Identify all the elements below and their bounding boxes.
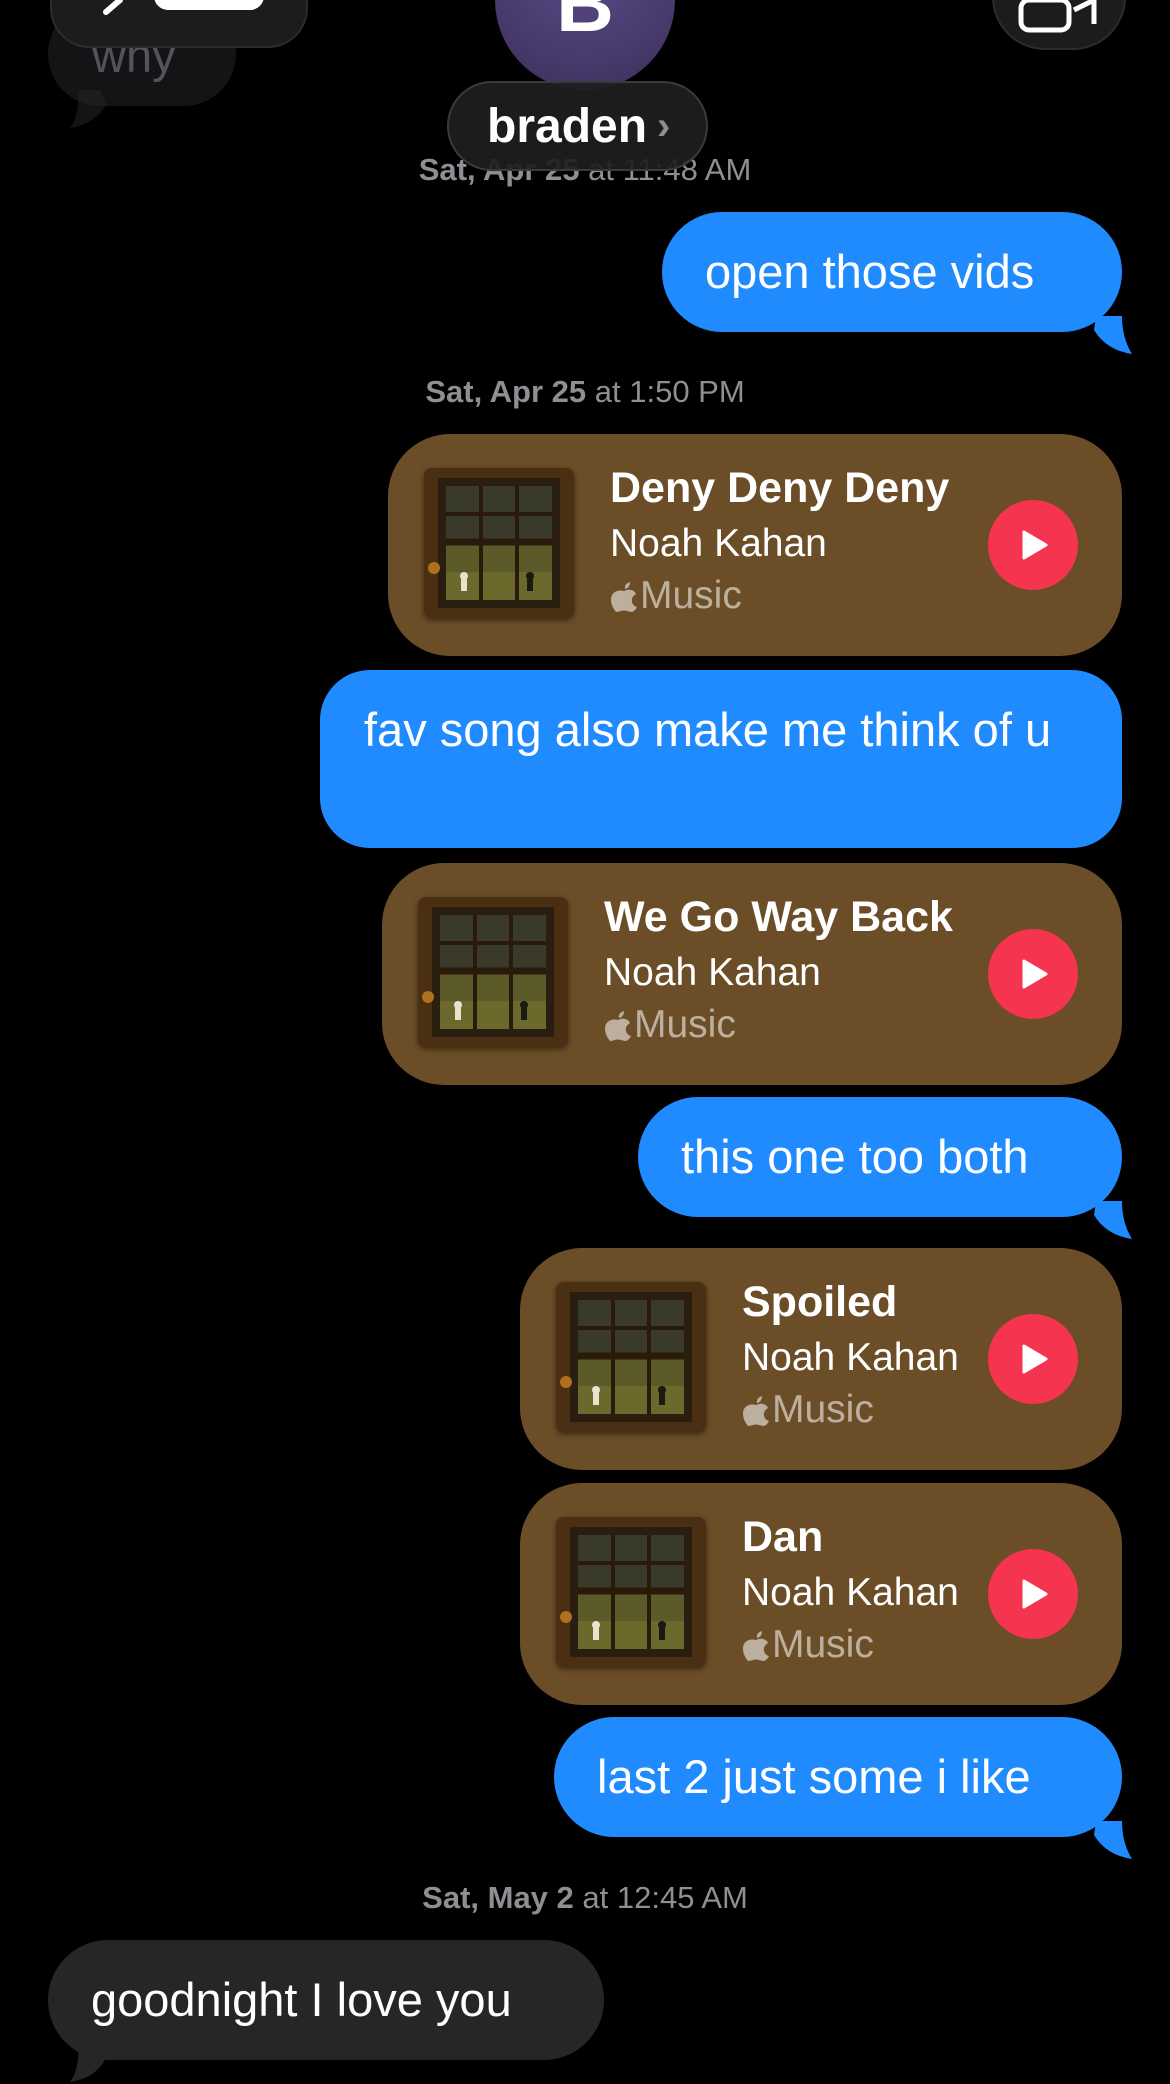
message-bubble-outgoing[interactable]: fav song also make me think of u	[320, 670, 1122, 848]
apple-logo-icon	[743, 1631, 769, 1661]
music-service-text: Music	[640, 574, 742, 617]
music-service-text: Music	[772, 1388, 874, 1431]
play-icon	[1022, 1344, 1048, 1374]
song-artist: Noah Kahan	[604, 951, 821, 994]
timestamp-time: at 12:45 AM	[573, 1880, 748, 1915]
video-camera-icon	[1018, 0, 1097, 33]
avatar-initial: B	[556, 0, 614, 48]
music-service-text: Music	[634, 1003, 736, 1046]
bubble-tail	[70, 2044, 106, 2082]
unread-count-badge	[154, 0, 264, 10]
apple-logo-icon	[611, 582, 637, 612]
timestamp-day: Sat, May 2	[422, 1880, 574, 1915]
contact-name-button[interactable]: braden ›	[447, 81, 709, 171]
bubble-tail	[1094, 316, 1132, 354]
song-title: We Go Way Back	[604, 893, 953, 941]
song-title: Spoiled	[742, 1278, 898, 1326]
message-bubble-outgoing[interactable]: this one too both	[638, 1097, 1122, 1217]
song-title: Dan	[742, 1513, 824, 1561]
message-text: this one too both	[681, 1130, 1029, 1183]
message-text: last 2 just some i like	[597, 1750, 1031, 1803]
contact-avatar[interactable]: B	[495, 0, 675, 90]
music-service-label: Music	[604, 1003, 736, 1047]
video-call-button[interactable]	[992, 0, 1126, 50]
message-bubble-incoming[interactable]: goodnight I love you	[48, 1940, 604, 2060]
bubble-tail	[70, 90, 106, 128]
play-icon	[1022, 530, 1048, 560]
play-button[interactable]	[988, 500, 1078, 590]
album-art	[556, 1517, 706, 1667]
apple-logo-icon	[605, 1011, 631, 1041]
back-button[interactable]	[50, 0, 308, 48]
chevron-left-icon	[103, 0, 123, 15]
music-card[interactable]: Spoiled Noah Kahan Music	[520, 1248, 1122, 1470]
play-button[interactable]	[988, 929, 1078, 1019]
apple-logo-icon	[743, 1396, 769, 1426]
timestamp: Sat, May 2 at 12:45 AM	[0, 1880, 1170, 1916]
bubble-tail	[1094, 1821, 1132, 1859]
timestamp-time: at 1:50 PM	[586, 374, 745, 409]
album-art	[424, 468, 574, 618]
music-card[interactable]: Deny Deny Deny Noah Kahan Music	[388, 434, 1122, 656]
message-bubble-outgoing[interactable]: last 2 just some i like	[554, 1717, 1122, 1837]
music-card[interactable]: We Go Way Back Noah Kahan Music	[382, 863, 1122, 1085]
music-service-label: Music	[742, 1388, 874, 1432]
bubble-tail	[1094, 1201, 1132, 1239]
music-service-label: Music	[742, 1623, 874, 1667]
message-text: open those vids	[705, 245, 1035, 298]
music-service-label: Music	[610, 574, 742, 618]
chevron-right-icon: ›	[657, 103, 671, 148]
message-text: fav song also make me think of u	[364, 703, 1052, 756]
play-button[interactable]	[988, 1549, 1078, 1639]
play-icon	[1022, 1579, 1048, 1609]
message-bubble-outgoing[interactable]: open those vids	[662, 212, 1122, 332]
song-artist: Noah Kahan	[610, 522, 827, 565]
play-icon	[1022, 959, 1048, 989]
timestamp: Sat, Apr 25 at 1:50 PM	[0, 374, 1170, 410]
song-title: Deny Deny Deny	[610, 464, 950, 512]
timestamp-day: Sat, Apr 25	[425, 374, 587, 409]
music-service-text: Music	[772, 1623, 874, 1666]
album-art	[556, 1282, 706, 1432]
song-artist: Noah Kahan	[742, 1571, 959, 1614]
music-card[interactable]: Dan Noah Kahan Music	[520, 1483, 1122, 1705]
song-artist: Noah Kahan	[742, 1336, 959, 1379]
play-button[interactable]	[988, 1314, 1078, 1404]
album-art	[418, 897, 568, 1047]
contact-name: braden	[487, 99, 648, 153]
message-text: goodnight I love you	[91, 1973, 512, 2026]
